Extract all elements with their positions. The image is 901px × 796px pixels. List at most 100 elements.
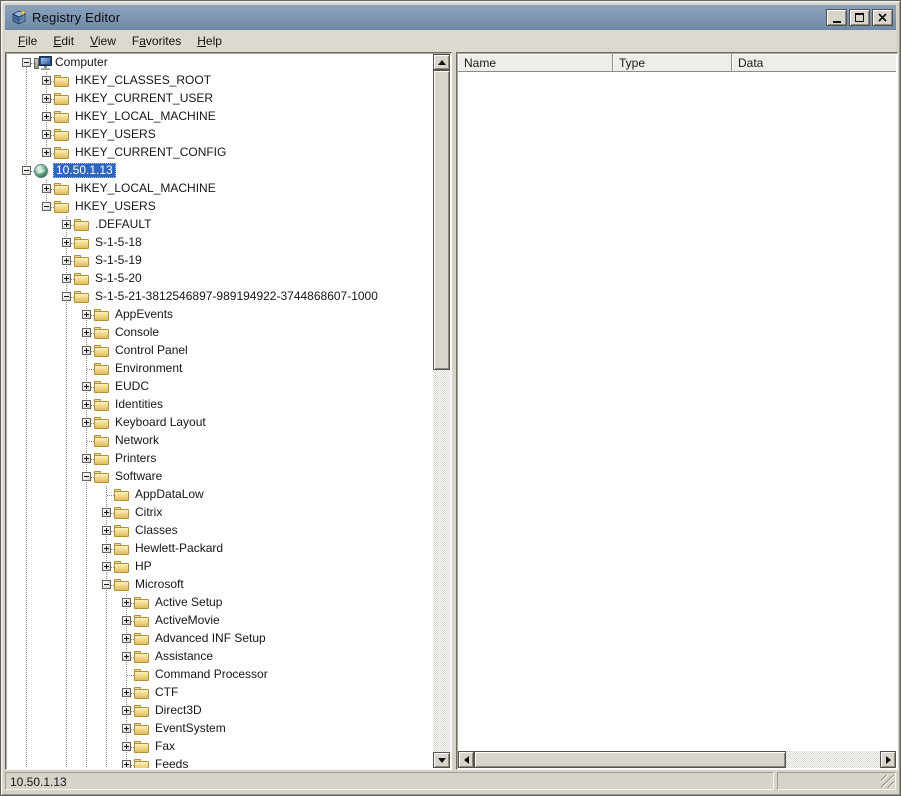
- tree-node-citrix[interactable]: Citrix: [7, 504, 433, 522]
- expand-plus-toggle[interactable]: [82, 310, 91, 319]
- tree-node-s-1-5-19[interactable]: S-1-5-19: [7, 252, 433, 270]
- scroll-left-button[interactable]: [458, 751, 474, 768]
- tree-node-label: Computer: [55, 55, 108, 69]
- collapse-minus-toggle[interactable]: [62, 292, 71, 301]
- vertical-scroll-thumb[interactable]: [433, 70, 450, 370]
- expand-plus-toggle[interactable]: [62, 256, 71, 265]
- expand-plus-toggle[interactable]: [62, 220, 71, 229]
- column-header-data[interactable]: Data: [732, 54, 896, 72]
- expand-plus-toggle[interactable]: [102, 508, 111, 517]
- tree-node-feeds[interactable]: Feeds: [7, 756, 433, 768]
- scroll-down-button[interactable]: [433, 752, 450, 768]
- expand-plus-toggle[interactable]: [42, 184, 51, 193]
- expand-plus-toggle[interactable]: [122, 724, 131, 733]
- title-bar[interactable]: Registry Editor: [5, 5, 896, 30]
- resize-grip-icon[interactable]: [881, 775, 894, 788]
- expand-plus-toggle[interactable]: [122, 652, 131, 661]
- expand-plus-toggle[interactable]: [42, 76, 51, 85]
- tree-node-hp[interactable]: HP: [7, 558, 433, 576]
- tree-vertical-scrollbar[interactable]: [433, 54, 450, 768]
- expand-plus-toggle[interactable]: [122, 616, 131, 625]
- tree-node-default[interactable]: .DEFAULT: [7, 216, 433, 234]
- expand-plus-toggle[interactable]: [122, 598, 131, 607]
- tree-node-classes[interactable]: Classes: [7, 522, 433, 540]
- tree-node-network[interactable]: Network: [7, 432, 433, 450]
- tree-node-computer[interactable]: Computer: [7, 54, 433, 72]
- tree-node-identities[interactable]: Identities: [7, 396, 433, 414]
- tree-node-eventsystem[interactable]: EventSystem: [7, 720, 433, 738]
- collapse-minus-toggle[interactable]: [22, 58, 31, 67]
- tree-node-environment[interactable]: Environment: [7, 360, 433, 378]
- tree-node-ctf[interactable]: CTF: [7, 684, 433, 702]
- tree-node-appevents[interactable]: AppEvents: [7, 306, 433, 324]
- expand-plus-toggle[interactable]: [42, 130, 51, 139]
- column-header-name[interactable]: Name: [458, 54, 613, 72]
- expand-plus-toggle[interactable]: [82, 400, 91, 409]
- list-horizontal-scrollbar[interactable]: [458, 751, 896, 768]
- expand-plus-toggle[interactable]: [122, 706, 131, 715]
- tree-node-hkey-current-user[interactable]: HKEY_CURRENT_USER: [7, 90, 433, 108]
- expand-plus-toggle[interactable]: [82, 418, 91, 427]
- expand-plus-toggle[interactable]: [62, 238, 71, 247]
- menu-favorites[interactable]: Favorites: [124, 31, 189, 51]
- expand-plus-toggle[interactable]: [102, 526, 111, 535]
- expand-plus-toggle[interactable]: [82, 328, 91, 337]
- tree-node-appdatalow[interactable]: AppDataLow: [7, 486, 433, 504]
- expand-plus-toggle[interactable]: [102, 544, 111, 553]
- menu-view[interactable]: View: [82, 31, 124, 51]
- scroll-up-button[interactable]: [433, 54, 450, 70]
- tree-node-console[interactable]: Console: [7, 324, 433, 342]
- tree-node-10-50-1-13[interactable]: 10.50.1.13: [7, 162, 433, 180]
- tree-node-direct3d[interactable]: Direct3D: [7, 702, 433, 720]
- tree-node-s-1-5-21-3812546897-989194922-3744868607-1000[interactable]: S-1-5-21-3812546897-989194922-3744868607…: [7, 288, 433, 306]
- expand-plus-toggle[interactable]: [122, 634, 131, 643]
- minimize-button[interactable]: [826, 9, 847, 26]
- expand-plus-toggle[interactable]: [122, 688, 131, 697]
- tree-node-hkey-current-config[interactable]: HKEY_CURRENT_CONFIG: [7, 144, 433, 162]
- close-button[interactable]: [872, 9, 893, 26]
- expand-plus-toggle[interactable]: [82, 454, 91, 463]
- tree-node-activemovie[interactable]: ActiveMovie: [7, 612, 433, 630]
- tree-node-control-panel[interactable]: Control Panel: [7, 342, 433, 360]
- expand-plus-toggle[interactable]: [122, 760, 131, 768]
- expand-plus-toggle[interactable]: [102, 562, 111, 571]
- tree-node-keyboard-layout[interactable]: Keyboard Layout: [7, 414, 433, 432]
- expand-plus-toggle[interactable]: [42, 112, 51, 121]
- arrow-right-icon: [885, 755, 891, 764]
- tree-node-printers[interactable]: Printers: [7, 450, 433, 468]
- expand-plus-toggle[interactable]: [62, 274, 71, 283]
- tree-node-assistance[interactable]: Assistance: [7, 648, 433, 666]
- tree-node-hewlett-packard[interactable]: Hewlett-Packard: [7, 540, 433, 558]
- scroll-right-button[interactable]: [880, 751, 896, 768]
- tree-node-hkey-local-machine[interactable]: HKEY_LOCAL_MACHINE: [7, 108, 433, 126]
- tree-guide-line: [26, 180, 27, 198]
- menu-file[interactable]: File: [10, 31, 45, 51]
- collapse-minus-toggle[interactable]: [22, 166, 31, 175]
- expand-plus-toggle[interactable]: [122, 742, 131, 751]
- tree-node-s-1-5-18[interactable]: S-1-5-18: [7, 234, 433, 252]
- tree-node-microsoft[interactable]: Microsoft: [7, 576, 433, 594]
- horizontal-scroll-thumb[interactable]: [474, 751, 786, 768]
- tree-node-eudc[interactable]: EUDC: [7, 378, 433, 396]
- tree-node-hkey-classes-root[interactable]: HKEY_CLASSES_ROOT: [7, 72, 433, 90]
- collapse-minus-toggle[interactable]: [102, 580, 111, 589]
- expand-plus-toggle[interactable]: [42, 148, 51, 157]
- tree-node-s-1-5-20[interactable]: S-1-5-20: [7, 270, 433, 288]
- tree-node-software[interactable]: Software: [7, 468, 433, 486]
- maximize-button[interactable]: [849, 9, 870, 26]
- tree-node-command-processor[interactable]: Command Processor: [7, 666, 433, 684]
- tree-node-hkey-users[interactable]: HKEY_USERS: [7, 198, 433, 216]
- collapse-minus-toggle[interactable]: [42, 202, 51, 211]
- expand-plus-toggle[interactable]: [82, 346, 91, 355]
- expand-plus-toggle[interactable]: [42, 94, 51, 103]
- tree-node-advanced-inf-setup[interactable]: Advanced INF Setup: [7, 630, 433, 648]
- tree-node-hkey-local-machine[interactable]: HKEY_LOCAL_MACHINE: [7, 180, 433, 198]
- tree-node-active-setup[interactable]: Active Setup: [7, 594, 433, 612]
- expand-plus-toggle[interactable]: [82, 382, 91, 391]
- collapse-minus-toggle[interactable]: [82, 472, 91, 481]
- menu-help[interactable]: Help: [189, 31, 230, 51]
- column-header-type[interactable]: Type: [613, 54, 732, 72]
- menu-edit[interactable]: Edit: [45, 31, 82, 51]
- tree-node-fax[interactable]: Fax: [7, 738, 433, 756]
- tree-node-hkey-users[interactable]: HKEY_USERS: [7, 126, 433, 144]
